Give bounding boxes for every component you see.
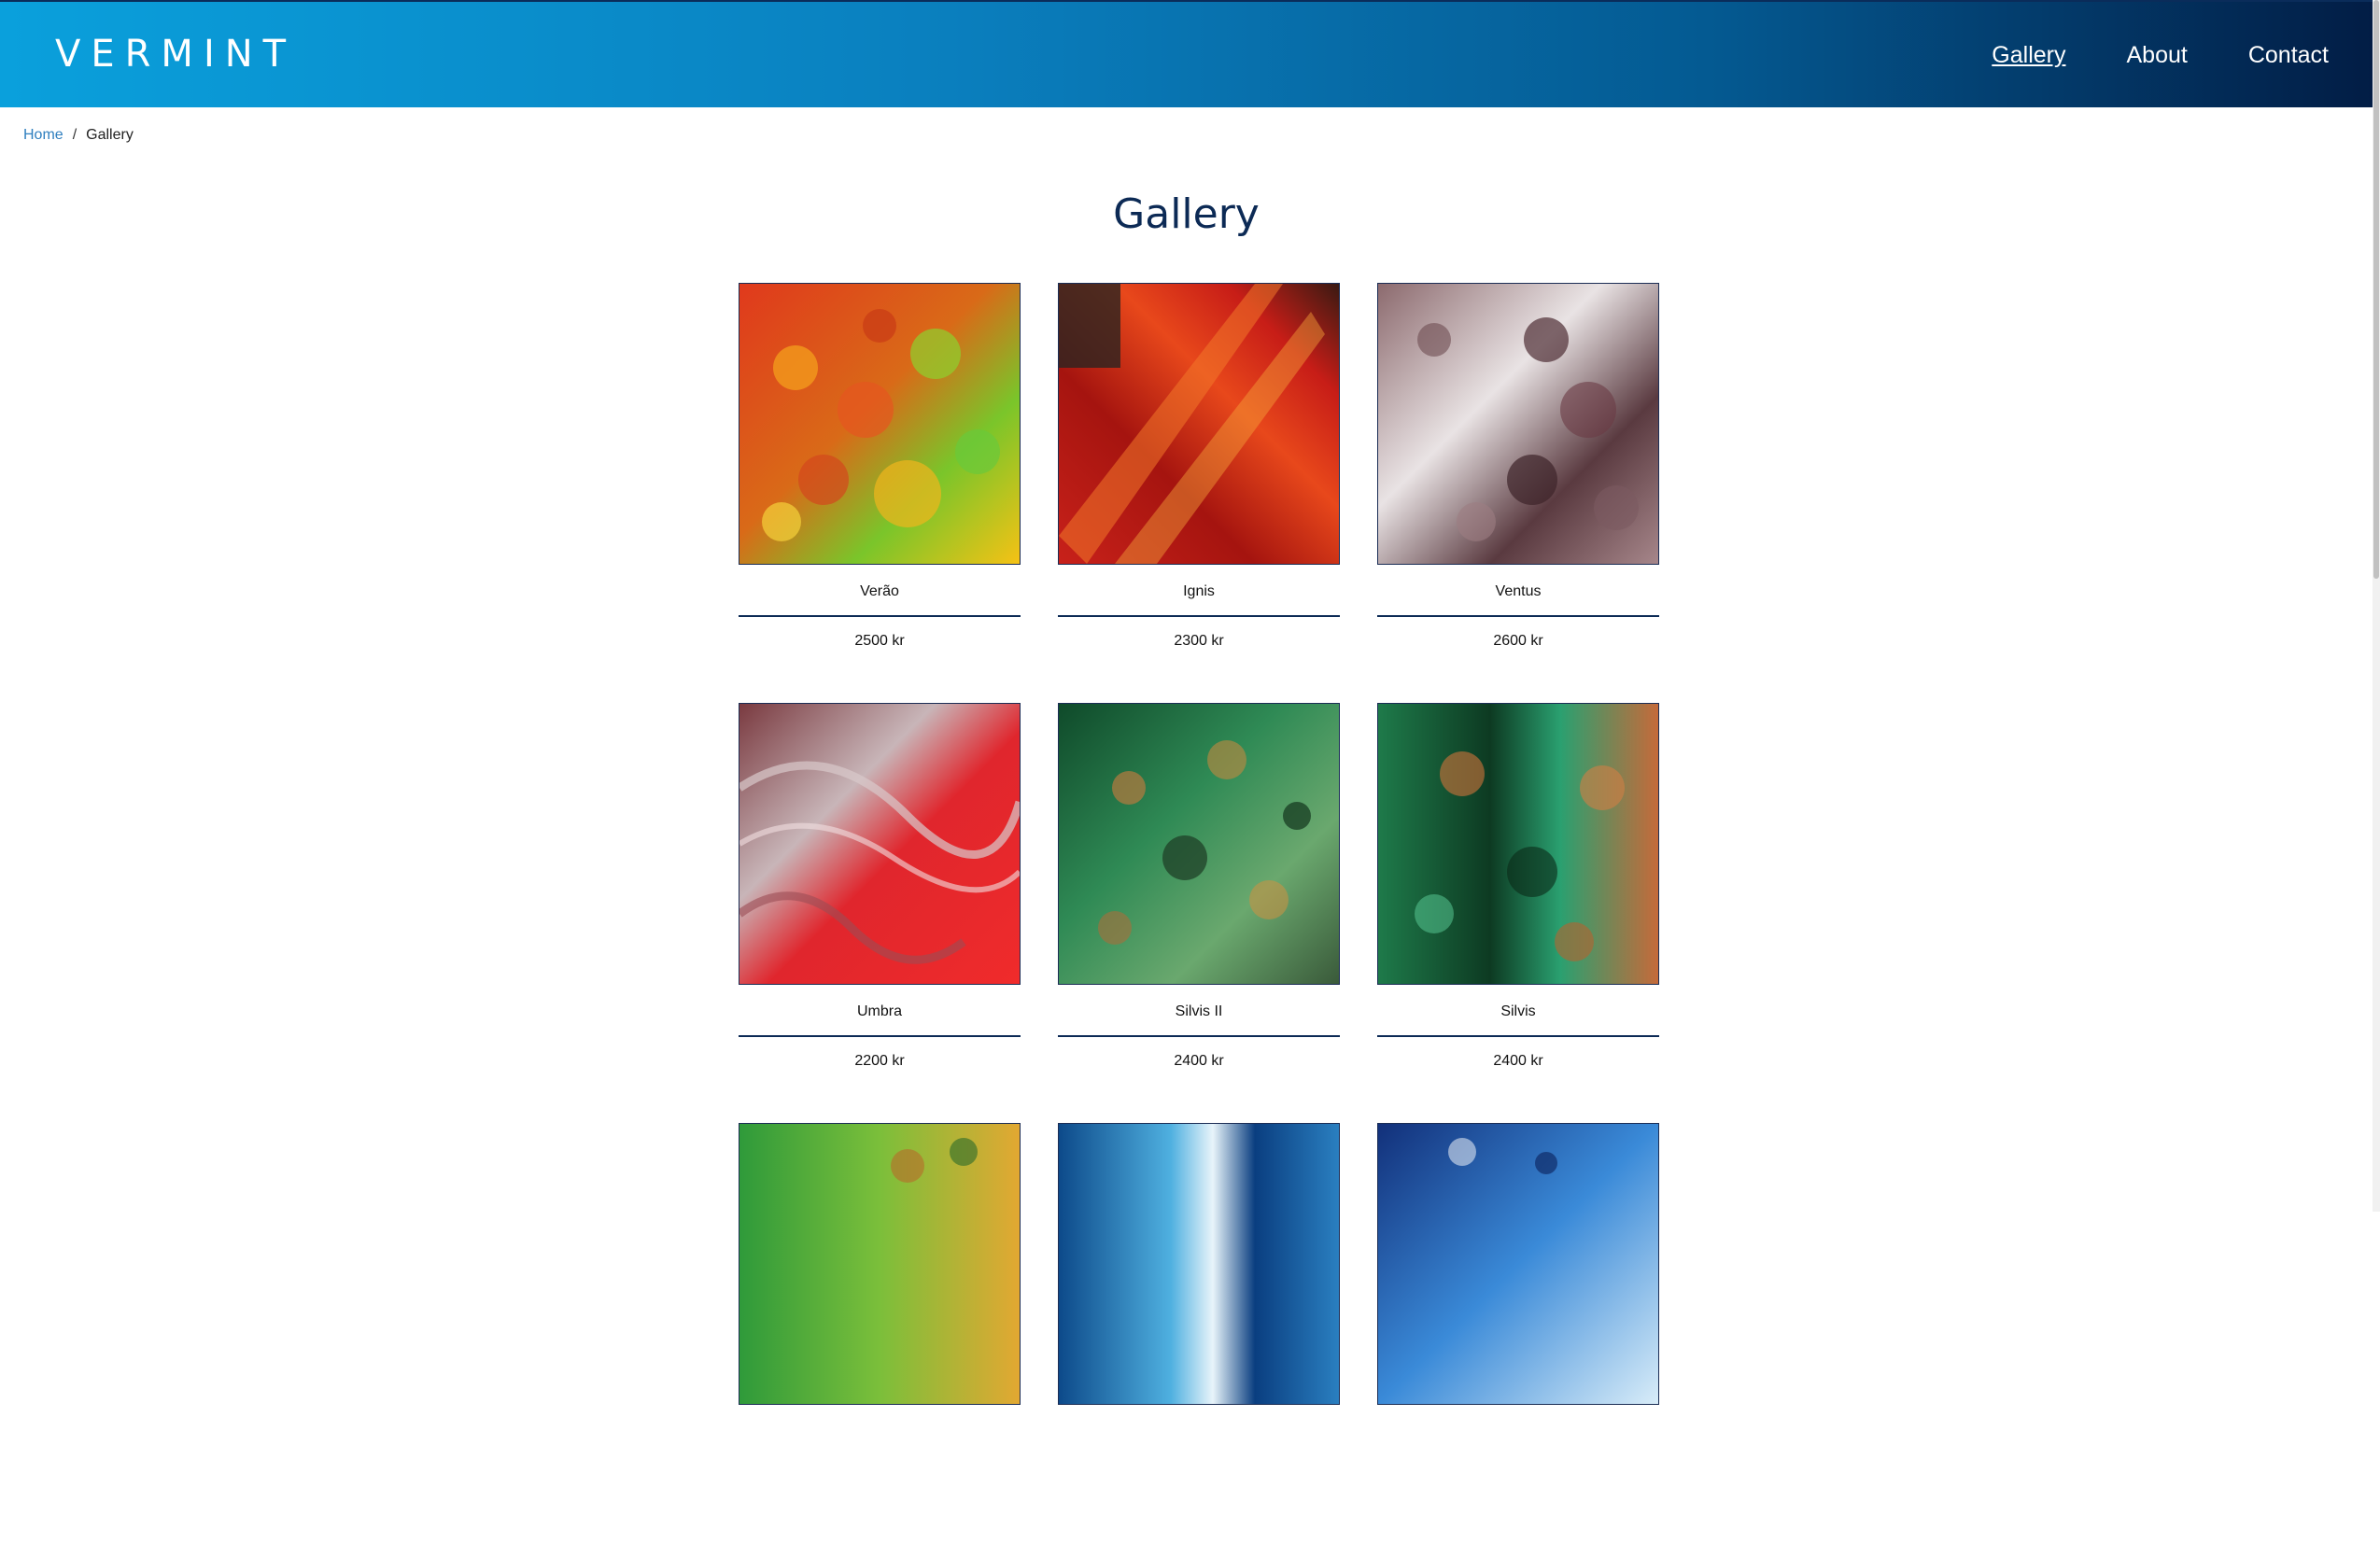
gallery-card-silvis[interactable]: Silvis 2400 kr [1377, 703, 1659, 1123]
artwork-image-silvis-ii[interactable] [1058, 703, 1340, 985]
artwork-image-verao[interactable] [739, 283, 1021, 565]
artwork-image-ventus[interactable] [1377, 283, 1659, 565]
card-divider [1058, 615, 1340, 617]
gallery-grid: Verão 2500 kr Ignis 2300 kr Ventus 2600 … [739, 283, 1661, 1543]
artwork-title[interactable]: Silvis II [1058, 1002, 1340, 1022]
artwork-price: 2400 kr [1493, 1053, 1543, 1069]
artwork-title[interactable]: Umbra [739, 1002, 1021, 1022]
card-divider [1058, 1035, 1340, 1037]
gallery-card[interactable] [1377, 1123, 1659, 1543]
breadcrumb: Home / Gallery [23, 125, 134, 146]
artwork-price: 2500 kr [854, 633, 905, 649]
artwork-image-umbra[interactable] [739, 703, 1021, 985]
artwork-title[interactable]: Ignis [1058, 582, 1340, 602]
page-title: Gallery [1113, 190, 1260, 238]
page-scrollbar[interactable] [2373, 0, 2380, 1212]
artwork-image[interactable] [739, 1123, 1021, 1405]
card-divider [1377, 1035, 1659, 1037]
breadcrumb-home-link[interactable]: Home [23, 127, 63, 143]
site-header: VERMINT Gallery About Contact [0, 0, 2373, 107]
card-divider [739, 615, 1021, 617]
artwork-price: 2400 kr [1174, 1053, 1224, 1069]
card-divider [739, 1035, 1021, 1037]
scrollbar-thumb[interactable] [2373, 0, 2379, 579]
nav-gallery-link[interactable]: Gallery [1992, 39, 2065, 71]
artwork-image-silvis[interactable] [1377, 703, 1659, 985]
artwork-title[interactable]: Verão [739, 582, 1021, 602]
nav-about-link[interactable]: About [2126, 39, 2187, 71]
breadcrumb-current: Gallery [86, 127, 134, 143]
artwork-image[interactable] [1058, 1123, 1340, 1405]
main-nav: Gallery About Contact [1992, 39, 2329, 71]
artwork-image-ignis[interactable] [1058, 283, 1340, 565]
site-logo[interactable]: VERMINT [55, 34, 296, 75]
gallery-card-umbra[interactable]: Umbra 2200 kr [739, 703, 1021, 1123]
artwork-title[interactable]: Silvis [1377, 1002, 1659, 1022]
gallery-card[interactable] [739, 1123, 1021, 1543]
artwork-price: 2300 kr [1174, 633, 1224, 649]
breadcrumb-separator: / [72, 127, 77, 143]
artwork-title[interactable]: Ventus [1377, 582, 1659, 602]
gallery-card-ventus[interactable]: Ventus 2600 kr [1377, 283, 1659, 703]
gallery-card-silvis-ii[interactable]: Silvis II 2400 kr [1058, 703, 1340, 1123]
artwork-price: 2200 kr [854, 1053, 905, 1069]
nav-contact-link[interactable]: Contact [2248, 39, 2329, 71]
artwork-price: 2600 kr [1493, 633, 1543, 649]
card-divider [1377, 615, 1659, 617]
gallery-card[interactable] [1058, 1123, 1340, 1543]
gallery-card-verao[interactable]: Verão 2500 kr [739, 283, 1021, 703]
gallery-card-ignis[interactable]: Ignis 2300 kr [1058, 283, 1340, 703]
artwork-image[interactable] [1377, 1123, 1659, 1405]
